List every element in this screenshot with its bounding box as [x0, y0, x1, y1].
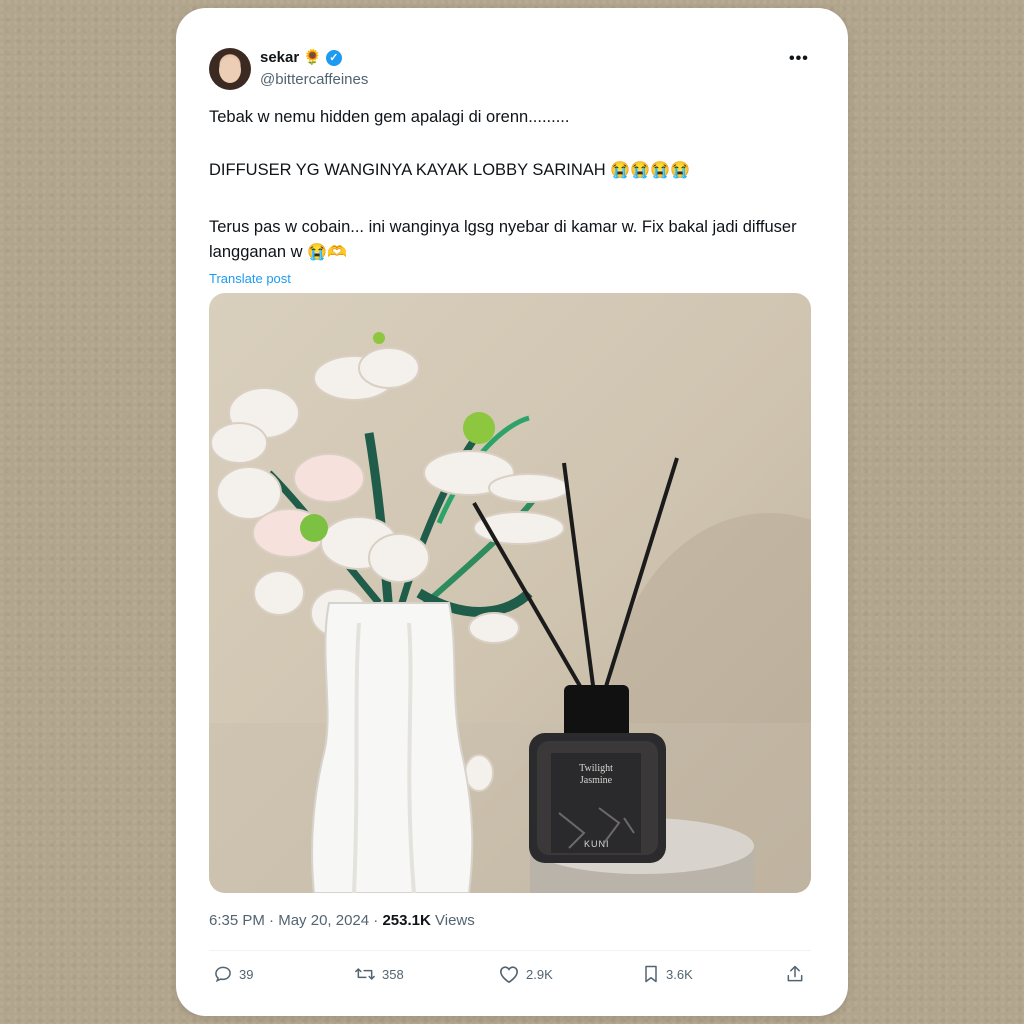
tweet-text-line3-text: Terus pas w cobain... ini wanginya lgsg …: [209, 218, 797, 261]
tweet-text-line3: Terus pas w cobain... ini wanginya lgsg …: [209, 215, 809, 265]
reply-icon: [215, 966, 231, 983]
repost-button[interactable]: 358: [354, 964, 404, 984]
translate-post-link[interactable]: Translate post: [209, 271, 291, 286]
tweet-text-line2-emoji: 😭😭😭😭: [610, 162, 690, 179]
bookmark-count: 3.6K: [666, 966, 693, 982]
more-icon[interactable]: •••: [789, 50, 809, 68]
tweet-photo[interactable]: Twilight Jasmine KUNI: [209, 293, 811, 893]
views-count: 253.1K: [382, 912, 431, 929]
like-button[interactable]: 2.9K: [498, 964, 553, 984]
bottle-label-line1: Twilight: [579, 763, 613, 774]
tweet-date[interactable]: May 20, 2024: [278, 912, 369, 929]
photo-illustration: [209, 332, 811, 893]
author-row: sekar 🌻 ✓: [260, 49, 342, 66]
verified-icon[interactable]: ✓: [325, 49, 342, 66]
tweet-time[interactable]: 6:35 PM: [209, 912, 265, 929]
author-handle[interactable]: @bittercaffeines: [260, 71, 368, 88]
tweet-text-line2-text: DIFFUSER YG WANGINYA KAYAK LOBBY SARINAH: [209, 161, 606, 179]
meta-separator: ·: [269, 912, 279, 929]
like-icon: [499, 966, 519, 984]
bottle-brand: KUNI: [584, 839, 610, 849]
repost-icon: [355, 968, 375, 980]
tweet-text-line2: DIFFUSER YG WANGINYA KAYAK LOBBY SARINAH…: [209, 158, 809, 183]
reply-count: 39: [239, 966, 254, 982]
reply-button[interactable]: 39: [213, 964, 253, 984]
bookmark-button[interactable]: 3.6K: [642, 964, 693, 984]
share-button[interactable]: [785, 964, 805, 984]
author-name-emoji: 🌻: [303, 49, 322, 66]
share-icon: [787, 965, 803, 982]
avatar[interactable]: [209, 48, 251, 90]
views-label: Views: [435, 912, 475, 929]
repost-count: 358: [382, 966, 404, 982]
bookmark-icon: [645, 965, 657, 983]
tweet-meta: 6:35 PM · May 20, 2024 · 253.1K Views: [209, 912, 475, 929]
like-count: 2.9K: [526, 966, 553, 982]
tweet-text-line3-emoji: 😭🫶: [307, 244, 348, 261]
tweet-card: sekar 🌻 ✓ @bittercaffeines ••• Tebak w n…: [176, 8, 848, 1016]
bottle-label-line2: Jasmine: [579, 775, 613, 786]
divider: [209, 950, 811, 951]
tweet-text-line1: Tebak w nemu hidden gem apalagi di orenn…: [209, 108, 570, 126]
author-name[interactable]: sekar: [260, 49, 299, 66]
bottle-label: Twilight Jasmine: [561, 763, 631, 787]
